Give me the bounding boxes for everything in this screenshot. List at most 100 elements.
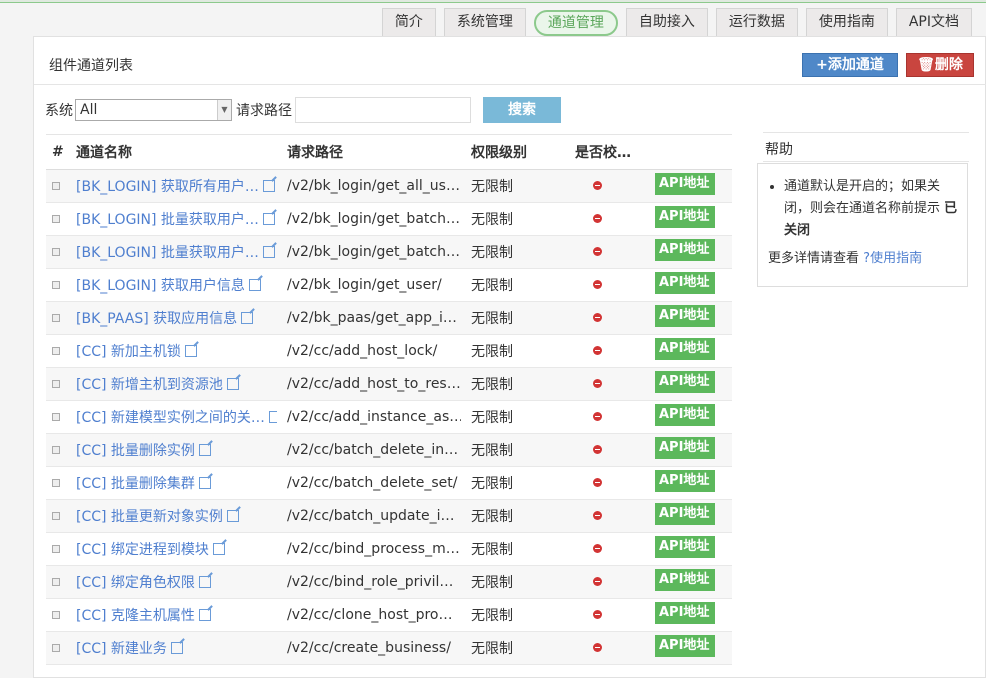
row-checkbox[interactable] bbox=[46, 310, 66, 326]
edit-icon[interactable] bbox=[198, 477, 211, 489]
api-address-button[interactable]: API地址 bbox=[655, 536, 715, 558]
row-checkbox[interactable] bbox=[46, 607, 66, 623]
api-address-button[interactable]: API地址 bbox=[655, 173, 715, 195]
channel-name-link[interactable]: [BK_PAAS] 获取应用信息 bbox=[66, 308, 277, 328]
col-path[interactable]: 请求路径 bbox=[277, 142, 461, 162]
api-address-button[interactable]: API地址 bbox=[655, 338, 715, 360]
edit-icon[interactable] bbox=[248, 279, 261, 291]
channel-name-link[interactable]: [BK_LOGIN] 获取用户信息 bbox=[66, 275, 277, 295]
channel-name-link[interactable]: [CC] 新建业务 bbox=[66, 638, 277, 658]
disabled-icon bbox=[593, 577, 602, 586]
col-name[interactable]: 通道名称 bbox=[66, 142, 277, 162]
row-checkbox[interactable] bbox=[46, 541, 66, 557]
channel-path: /v2/cc/add_host_to_res… bbox=[287, 376, 461, 392]
tab-system-management[interactable]: 系统管理 bbox=[443, 8, 526, 36]
channel-level: 无限制 bbox=[471, 608, 513, 624]
edit-icon[interactable] bbox=[226, 378, 239, 390]
user-guide-link[interactable]: ?使用指南 bbox=[863, 251, 922, 266]
row-checkbox[interactable] bbox=[46, 508, 66, 524]
api-address-button[interactable]: API地址 bbox=[655, 404, 715, 426]
col-level[interactable]: 权限级别 bbox=[461, 142, 565, 162]
api-address-button[interactable]: API地址 bbox=[655, 272, 715, 294]
edit-icon[interactable] bbox=[262, 246, 275, 258]
help-text: 通道默认是开启的；如果关闭，则会在通道名称前提示 bbox=[784, 179, 941, 216]
system-select[interactable]: All ▼ bbox=[75, 99, 232, 121]
tab-runtime-data[interactable]: 运行数据 bbox=[715, 8, 798, 36]
table-row: [CC] 绑定进程到模块/v2/cc/bind_process_m… 无限制 API… bbox=[46, 533, 732, 566]
api-address-button[interactable]: API地址 bbox=[655, 437, 715, 459]
tab-api-docs[interactable]: API文档 bbox=[895, 8, 972, 36]
verify-status bbox=[565, 475, 645, 491]
edit-icon[interactable] bbox=[212, 543, 225, 555]
api-address-cell: API地址 bbox=[645, 635, 732, 661]
tab-channel-management[interactable]: 通道管理 bbox=[533, 10, 618, 36]
delete-button[interactable]: 🗑删除 bbox=[906, 53, 974, 77]
table-row: [CC] 绑定角色权限/v2/cc/bind_role_privil… 无限制 AP… bbox=[46, 566, 732, 599]
api-address-button[interactable]: API地址 bbox=[655, 569, 715, 591]
api-address-button[interactable]: API地址 bbox=[655, 635, 715, 657]
edit-icon[interactable] bbox=[226, 510, 239, 522]
row-checkbox[interactable] bbox=[46, 211, 66, 227]
api-address-button[interactable]: API地址 bbox=[655, 305, 715, 327]
help-item: 通道默认是开启的；如果关闭，则会在通道名称前提示 已关闭 bbox=[784, 176, 959, 242]
row-checkbox[interactable] bbox=[46, 574, 66, 590]
row-checkbox[interactable] bbox=[46, 277, 66, 293]
disabled-icon bbox=[593, 214, 602, 223]
table-row: [CC] 批量删除实例/v2/cc/batch_delete_in… 无限制 API… bbox=[46, 434, 732, 467]
verify-status bbox=[565, 343, 645, 359]
disabled-icon bbox=[593, 610, 602, 619]
channel-name-link[interactable]: [CC] 新建模型实例之间的关… bbox=[66, 407, 277, 427]
edit-icon[interactable] bbox=[184, 345, 197, 357]
edit-icon[interactable] bbox=[198, 609, 211, 621]
edit-icon[interactable] bbox=[262, 180, 275, 192]
tab-self-service[interactable]: 自助接入 bbox=[625, 8, 708, 36]
row-checkbox[interactable] bbox=[46, 640, 66, 656]
row-checkbox[interactable] bbox=[46, 343, 66, 359]
row-checkbox[interactable] bbox=[46, 475, 66, 491]
channel-name-link[interactable]: [CC] 批量删除集群 bbox=[66, 473, 277, 493]
row-checkbox[interactable] bbox=[46, 409, 66, 425]
api-address-button[interactable]: API地址 bbox=[655, 602, 715, 624]
col-verify[interactable]: 是否校… bbox=[565, 142, 645, 162]
row-checkbox[interactable] bbox=[46, 178, 66, 194]
channel-name-link[interactable]: [CC] 绑定进程到模块 bbox=[66, 539, 277, 559]
channel-level: 无限制 bbox=[471, 212, 513, 228]
channel-level: 无限制 bbox=[471, 410, 513, 426]
channel-name-link[interactable]: [CC] 绑定角色权限 bbox=[66, 572, 277, 592]
edit-icon[interactable] bbox=[198, 444, 211, 456]
api-address-button[interactable]: API地址 bbox=[655, 371, 715, 393]
edit-icon[interactable] bbox=[268, 411, 277, 423]
channel-path: /v2/bk_login/get_batch… bbox=[287, 244, 460, 260]
disabled-icon bbox=[593, 379, 602, 388]
row-checkbox[interactable] bbox=[46, 376, 66, 392]
row-checkbox[interactable] bbox=[46, 244, 66, 260]
edit-icon[interactable] bbox=[170, 642, 183, 654]
channel-level: 无限制 bbox=[471, 476, 513, 492]
edit-icon[interactable] bbox=[241, 312, 254, 324]
table-row: [CC] 新建业务/v2/cc/create_business/无限制 API地址 bbox=[46, 632, 732, 665]
edit-icon[interactable] bbox=[262, 213, 275, 225]
channel-name-link[interactable]: [CC] 克隆主机属性 bbox=[66, 605, 277, 625]
api-address-button[interactable]: API地址 bbox=[655, 503, 715, 525]
channel-name-link[interactable]: [CC] 批量删除实例 bbox=[66, 440, 277, 460]
tab-intro[interactable]: 简介 bbox=[381, 8, 436, 36]
channel-name-link[interactable]: [BK_LOGIN] 批量获取用户… bbox=[66, 242, 277, 262]
api-address-button[interactable]: API地址 bbox=[655, 239, 715, 261]
add-channel-button[interactable]: +添加通道 bbox=[802, 53, 898, 77]
tab-user-guide[interactable]: 使用指南 bbox=[805, 8, 888, 36]
api-address-button[interactable]: API地址 bbox=[655, 470, 715, 492]
api-address-button[interactable]: API地址 bbox=[655, 206, 715, 228]
row-checkbox[interactable] bbox=[46, 442, 66, 458]
table-row: [CC] 克隆主机属性/v2/cc/clone_host_pro… 无限制 API地… bbox=[46, 599, 732, 632]
edit-icon[interactable] bbox=[198, 576, 211, 588]
channel-name-link[interactable]: [BK_LOGIN] 获取所有用户… bbox=[66, 176, 277, 196]
channel-name-link[interactable]: [CC] 新增主机到资源池 bbox=[66, 374, 277, 394]
channel-path: /v2/cc/create_business/ bbox=[287, 640, 451, 656]
disabled-icon bbox=[593, 181, 602, 190]
channel-name-link[interactable]: [BK_LOGIN] 批量获取用户… bbox=[66, 209, 277, 229]
path-input[interactable] bbox=[295, 97, 471, 123]
channel-name-link[interactable]: [CC] 新加主机锁 bbox=[66, 341, 277, 361]
search-button[interactable]: 搜索 bbox=[483, 97, 561, 123]
table-row: [CC] 批量删除集群/v2/cc/batch_delete_set/无限制 AP… bbox=[46, 467, 732, 500]
channel-name-link[interactable]: [CC] 批量更新对象实例 bbox=[66, 506, 277, 526]
